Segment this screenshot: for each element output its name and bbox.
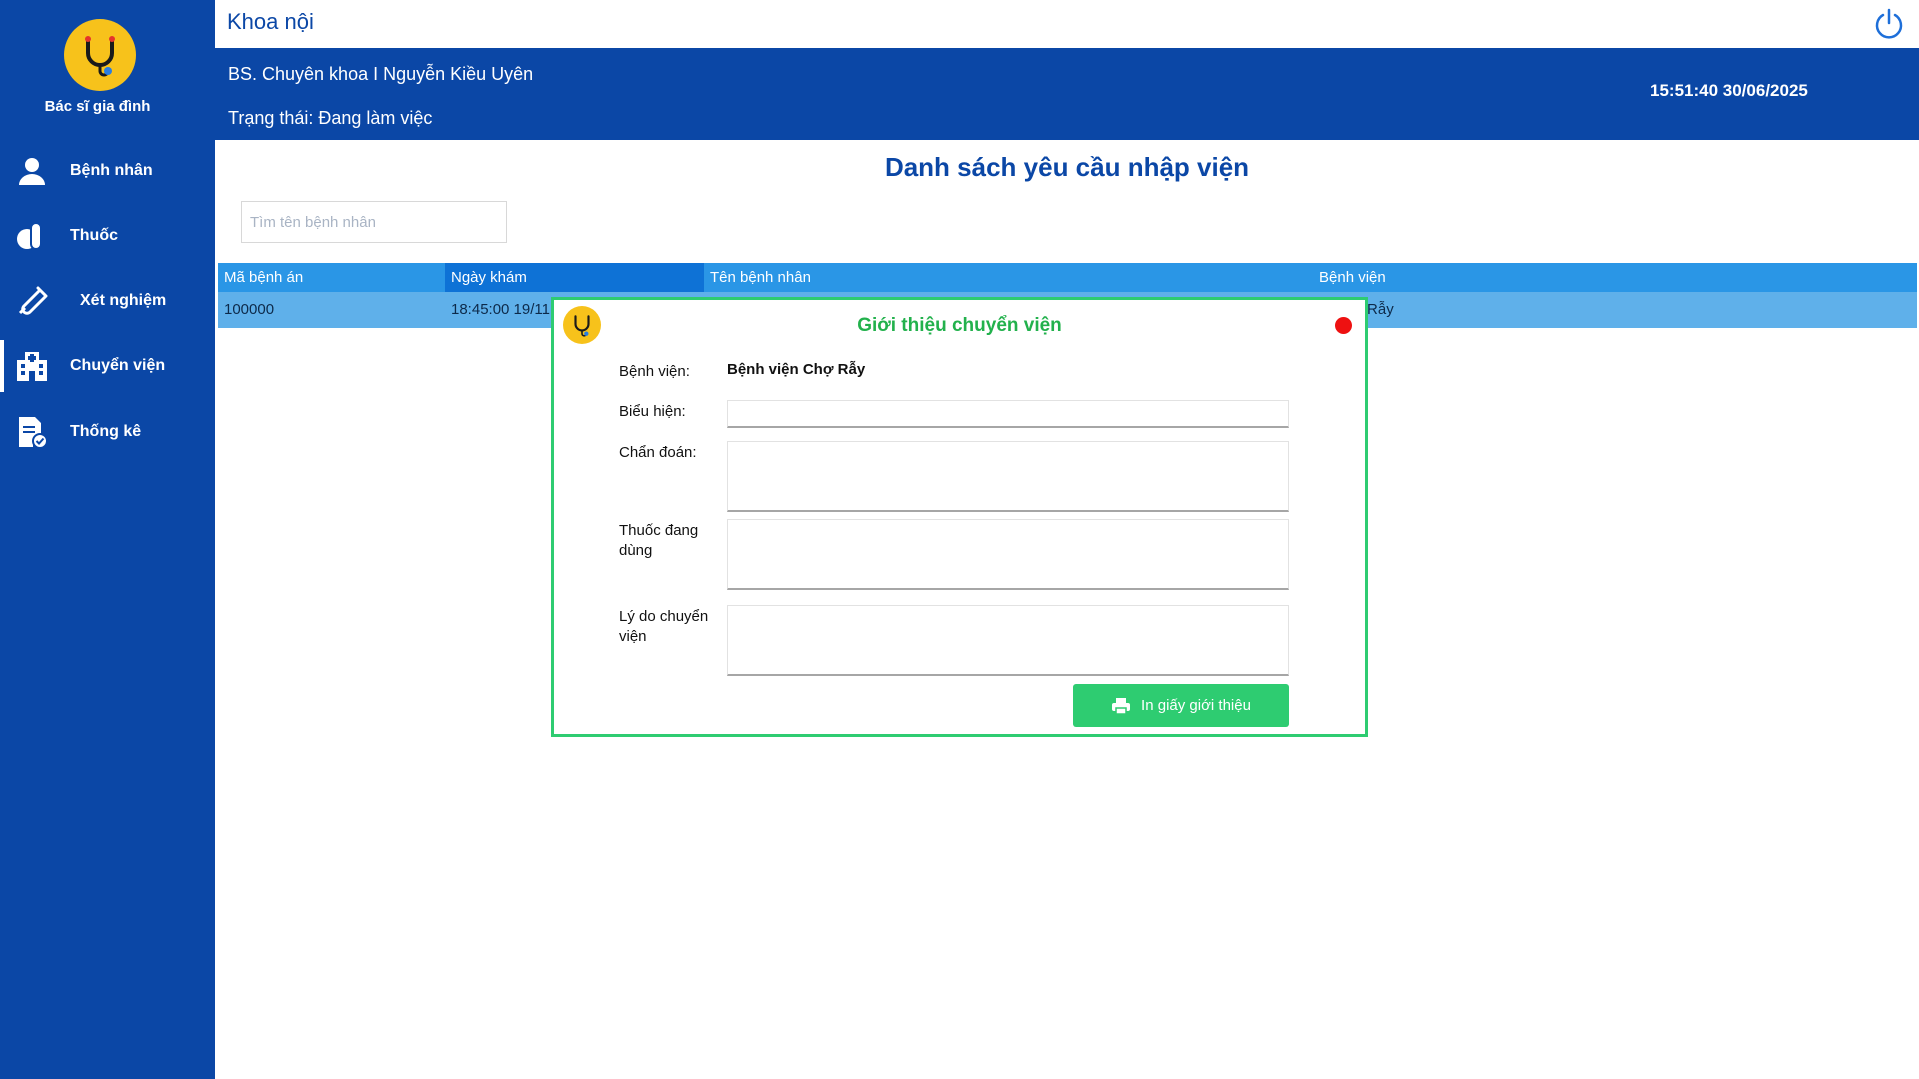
print-referral-button[interactable]: In giấy giới thiệu (1073, 684, 1289, 727)
cell-hospital: en Chợ Rẫy (1313, 301, 1394, 318)
diagnosis-label: Chẩn đoán: (619, 444, 697, 461)
print-referral-label: In giấy giới thiệu (1141, 697, 1251, 714)
reason-label: Lý do chuyển viện (619, 608, 709, 645)
hospital-label: Bệnh viện: (619, 363, 690, 380)
dialog-title: Giới thiệu chuyển viện (857, 315, 1062, 336)
app-logo (64, 19, 136, 91)
doctor-name: BS. Chuyên khoa I Nguyễn Kiều Uyên (228, 64, 534, 84)
transfer-dialog: Giới thiệu chuyển viện Bệnh viện: Bệnh v… (551, 297, 1368, 737)
cell-record-id: 100000 (224, 301, 275, 318)
symptom-label: Biểu hiện: (619, 403, 686, 420)
hospital-value: Bệnh viện Chợ Rẫy (727, 361, 866, 378)
sidebar-item-statistics[interactable]: Thống kê (0, 406, 215, 458)
hospital-icon (14, 348, 50, 384)
top-bar: Khoa nội (215, 0, 1919, 48)
sidebar-item-patients[interactable]: Bệnh nhân (0, 145, 215, 197)
close-button[interactable] (1335, 317, 1352, 334)
printer-icon (1112, 697, 1131, 715)
diagnosis-textarea[interactable] (727, 441, 1289, 512)
symptom-input[interactable] (727, 400, 1289, 428)
column-header-exam-date[interactable]: Ngày khám (445, 263, 704, 292)
sidebar-item-transfer[interactable]: Chuyển viện (0, 340, 219, 392)
department-title: Khoa nội (227, 9, 314, 34)
column-header-hospital[interactable]: Bệnh viện (1313, 263, 1917, 292)
pills-icon (14, 218, 50, 254)
sidebar-item-label: Xét nghiệm (80, 292, 167, 309)
search-input[interactable] (241, 201, 507, 243)
stethoscope-icon (85, 36, 115, 77)
sidebar-item-label: Thuốc (70, 227, 118, 244)
medication-textarea[interactable] (727, 519, 1289, 590)
column-header-patient-name[interactable]: Tên bệnh nhân (704, 263, 1313, 292)
user-icon (14, 153, 50, 189)
sidebar-item-label: Chuyển viện (70, 357, 166, 374)
page-title: Danh sách yêu cầu nhập viện (884, 152, 1250, 182)
sidebar: Bác sĩ gia đình Bệnh nhân Thuốc Xét nghi… (0, 0, 215, 1079)
sidebar-item-tests[interactable]: Xét nghiệm (0, 275, 215, 327)
info-bar: BS. Chuyên khoa I Nguyễn Kiều Uyên Trạng… (215, 48, 1919, 140)
sidebar-item-label: Bệnh nhân (70, 162, 153, 179)
medication-label: Thuốc đang dùng (619, 522, 699, 559)
reason-textarea[interactable] (727, 605, 1289, 676)
report-icon (14, 414, 50, 450)
clock: 15:51:40 30/06/2025 (1650, 81, 1808, 100)
sidebar-item-label: Thống kê (70, 423, 142, 440)
app-name: Bác sĩ gia đình (44, 98, 151, 115)
sidebar-item-medicine[interactable]: Thuốc (0, 210, 215, 262)
table-header: Mã bệnh án Ngày khám Tên bệnh nhân Bệnh … (218, 263, 1917, 292)
test-tube-icon (14, 283, 50, 319)
power-icon[interactable] (1873, 8, 1905, 40)
column-header-record-id[interactable]: Mã bệnh án (218, 263, 445, 292)
work-status: Trạng thái: Đang làm việc (228, 108, 433, 128)
